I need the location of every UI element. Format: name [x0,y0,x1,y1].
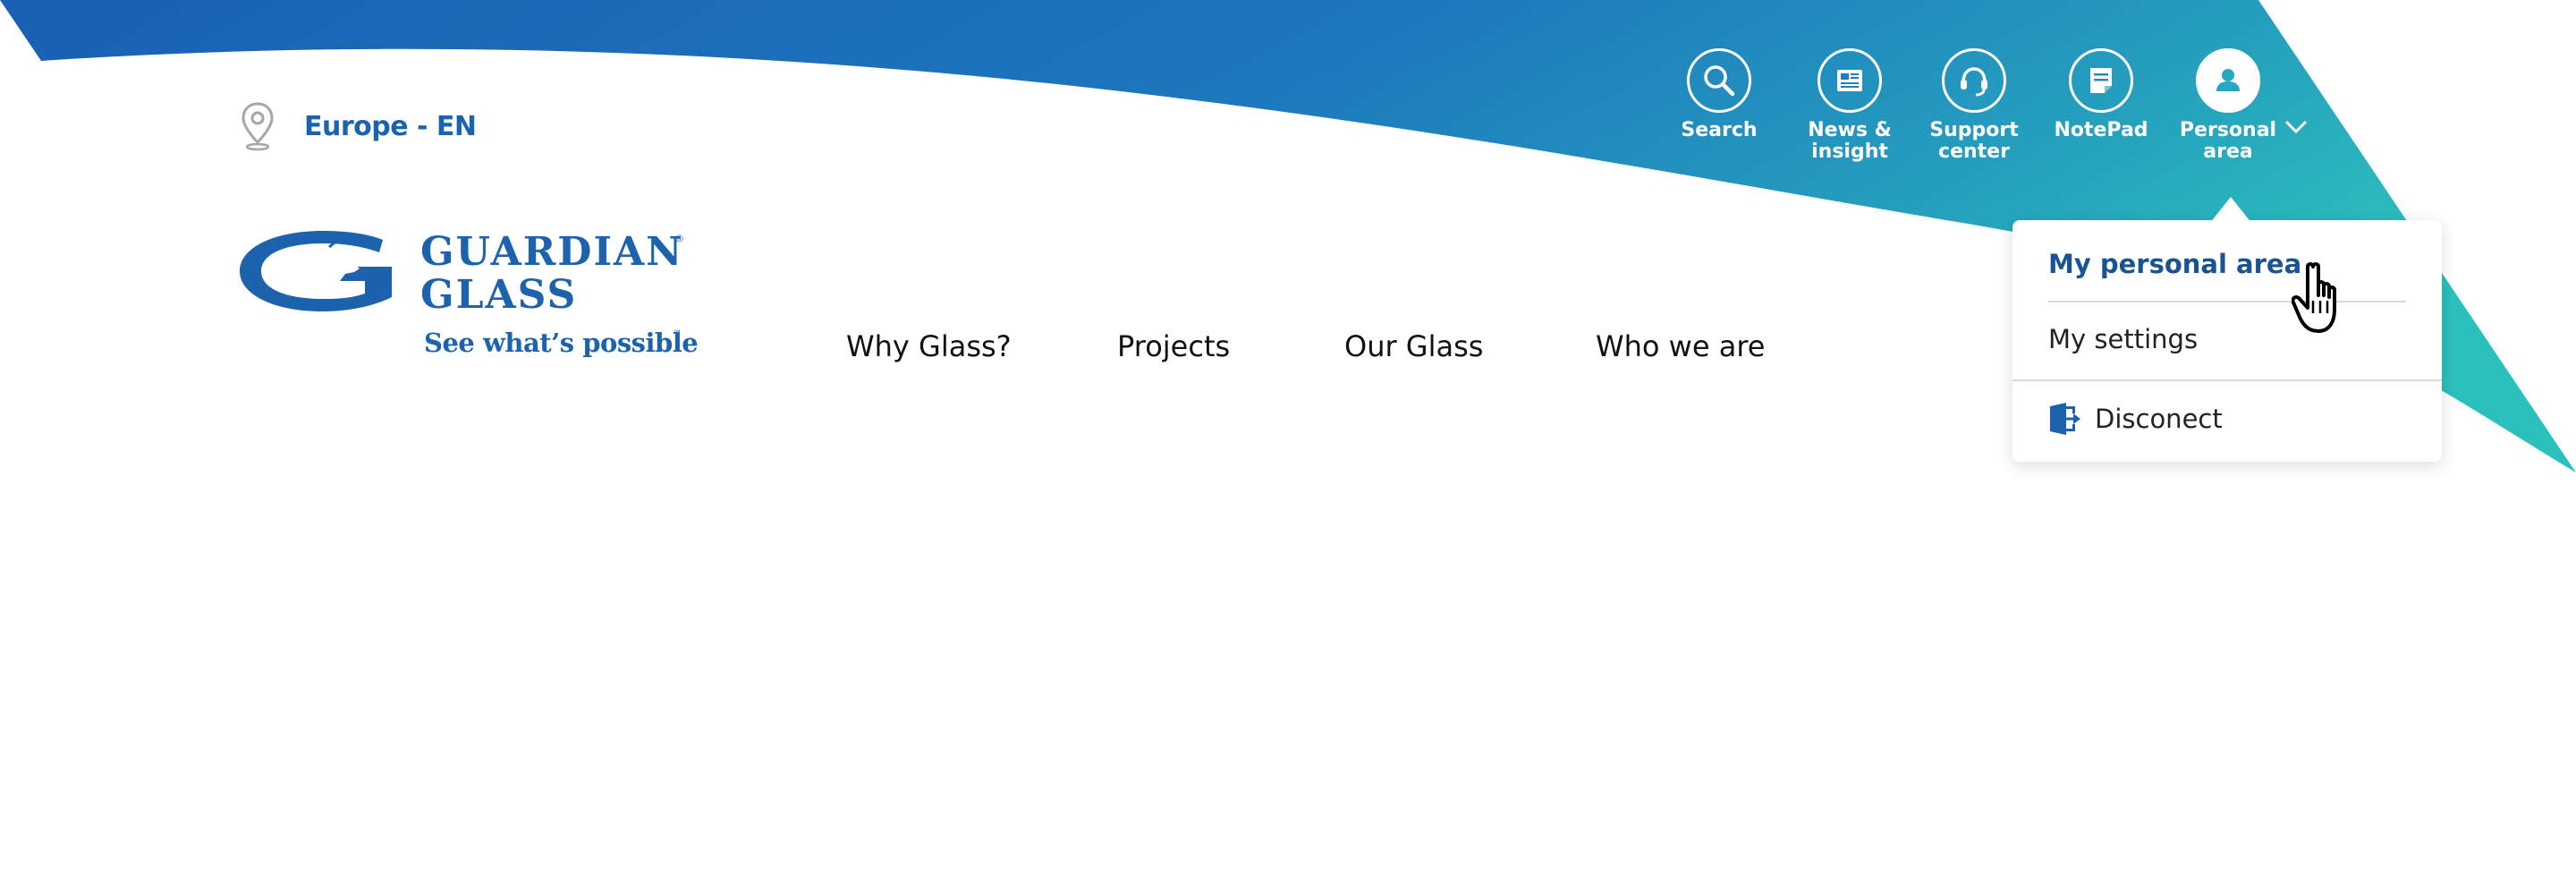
hand-pointer-cursor-icon [2292,262,2336,333]
personal-label: Personal area [2179,119,2277,163]
nav-our-glass[interactable]: Our Glass [1344,329,1483,363]
logout-icon [2050,403,2080,435]
guardian-glass-logo[interactable]: GUARDIAN GLASS ® See what’s possible ™ [240,227,699,362]
menu-item-disconnect[interactable]: Disconect [2048,403,2223,435]
search-icon [1704,65,1735,97]
news-label: News & insight [1808,119,1892,163]
personal-area-dropdown: My personal area My settings Disconect [2012,220,2442,462]
menu-item-my-personal-area[interactable]: My personal area [2048,249,2301,279]
trademark-mark: ™ [673,329,682,339]
nav-projects[interactable]: Projects [1117,329,1230,363]
news-circle [1818,48,1882,113]
region-label: Europe - EN [304,110,477,142]
nav-who-we-are[interactable]: Who we are [1596,329,1765,363]
map-pin-icon [242,102,274,151]
support-center-button[interactable]: Support center [1907,48,2041,163]
logo-name-line1: GUARDIAN [420,229,684,275]
notepad-circle [2069,48,2133,113]
notepad-button[interactable]: NotePad [2034,48,2168,141]
personal-area-button[interactable]: Personal area [2161,48,2295,163]
search-circle [1687,48,1751,113]
nav-why-glass[interactable]: Why Glass? [846,329,1012,363]
search-label: Search [1681,119,1758,141]
logo-name-line2: GLASS [420,272,578,318]
menu-item-my-settings[interactable]: My settings [2048,324,2198,354]
notepad-label: NotePad [2054,119,2148,141]
notepad-icon [2090,68,2112,93]
newspaper-icon [1837,70,1862,91]
dropdown-pointer [2209,197,2252,224]
disconnect-label: Disconect [2095,404,2223,434]
headset-icon [1961,67,1987,97]
logo-tagline: See what’s possible [424,328,699,358]
support-circle [1942,48,2006,113]
search-button[interactable]: Search [1652,48,1786,141]
page: Europe - EN GUARDIAN GLASS ® See what’s … [0,0,2576,886]
news-insight-button[interactable]: News & insight [1783,48,1917,163]
region-selector[interactable]: Europe - EN [240,100,477,152]
user-icon [2216,69,2240,91]
support-label: Support center [1929,119,2019,163]
personal-circle [2196,48,2260,113]
chevron-down-icon[interactable] [2283,116,2309,138]
registered-mark: ® [674,233,684,244]
dropdown-divider [2012,379,2442,381]
guardian-glass-logo-icon [240,231,392,311]
